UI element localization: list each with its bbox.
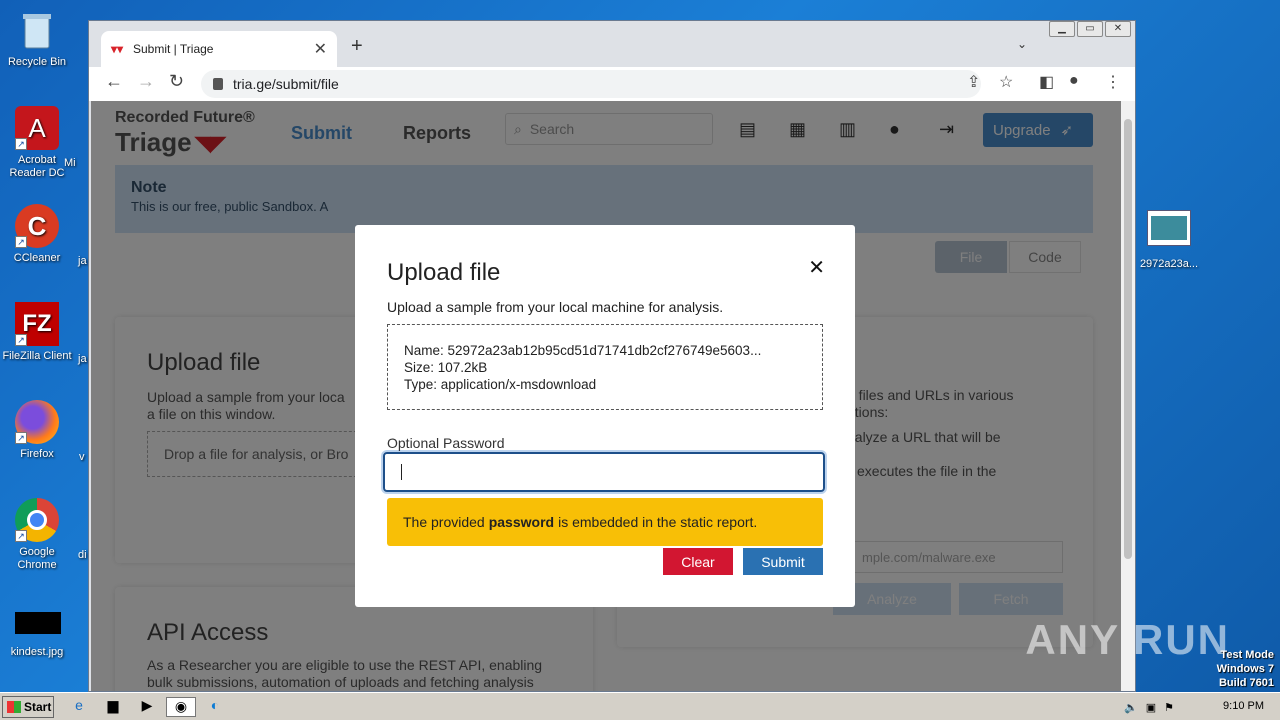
modal-subtitle: Upload a sample from your local machine …: [387, 299, 724, 315]
media-player-icon[interactable]: ▶: [136, 697, 158, 717]
modal-close-icon[interactable]: ✕: [808, 255, 825, 280]
clock[interactable]: 9:10 PM: [1223, 700, 1264, 712]
explorer-folder-icon[interactable]: ▆: [102, 697, 124, 717]
password-label: Optional Password: [387, 435, 505, 451]
lock-icon: [213, 78, 223, 90]
address-bar[interactable]: tria.ge/submit/file: [201, 70, 981, 98]
tab-close-icon[interactable]: ✕: [314, 39, 327, 59]
test-mode-notice: Test Mode Windows 7 Build 7601: [1216, 649, 1274, 689]
desktop-icon-recycle-bin[interactable]: Recycle Bin: [0, 8, 74, 69]
page-viewport: Recorded Future® Triage ◥◤ Submit Report…: [91, 101, 1121, 691]
start-button[interactable]: Start: [2, 696, 54, 718]
desktop-icon-ccleaner[interactable]: C ↗ CCleaner: [0, 204, 74, 265]
desktop-icon-sample-file[interactable]: 2972a23a...: [1134, 208, 1204, 271]
profile-icon[interactable]: ●: [1069, 72, 1079, 90]
action-center-flag-icon[interactable]: ⚑: [1164, 701, 1174, 714]
desktop-icon-chrome[interactable]: ↗ Google Chrome: [0, 498, 74, 572]
triage-favicon-icon: ▾▾: [111, 42, 124, 56]
exe-file-icon: [1147, 210, 1191, 254]
modal-title: Upload file: [387, 259, 501, 286]
acrobat-icon: A ↗: [15, 106, 59, 150]
firefox-icon: ↗: [15, 400, 59, 444]
windows-flag-icon: [7, 701, 21, 713]
bookmark-star-icon[interactable]: ☆: [999, 72, 1013, 92]
share-icon[interactable]: ⇪: [967, 72, 980, 92]
browser-toolbar: ← → ↻ tria.ge/submit/file ⇪ ☆ ◧ ● ⋮: [89, 67, 1135, 101]
desktop-partial-label: Mi: [64, 157, 76, 169]
volume-icon[interactable]: 🔈: [1124, 701, 1138, 714]
file-name: Name: 52972a23ab12b95cd51d71741db2cf2767…: [404, 343, 762, 358]
file-type: Type: application/x-msdownload: [404, 377, 597, 392]
filezilla-icon: FZ ↗: [15, 302, 59, 346]
ie-icon[interactable]: e: [68, 697, 90, 717]
back-button[interactable]: ←: [105, 71, 123, 92]
recycle-bin-icon: [15, 8, 59, 52]
new-tab-button[interactable]: +: [351, 35, 363, 58]
page-scrollbar[interactable]: [1121, 101, 1135, 691]
password-input[interactable]: [383, 452, 825, 492]
password-warning: The provided password is embedded in the…: [387, 498, 823, 546]
desktop-icon-acrobat[interactable]: A ↗ Acrobat Reader DC: [0, 106, 74, 180]
tab-strip: ▾▾ Submit | Triage ✕ + ⌄: [89, 21, 1135, 67]
desktop-icon-filezilla[interactable]: FZ ↗ FileZilla Client: [0, 302, 74, 363]
desktop-icon-kindest[interactable]: kindest.jpg: [0, 608, 74, 659]
file-size: Size: 107.2kB: [404, 360, 488, 375]
tab-title: Submit | Triage: [133, 42, 214, 56]
tab-submit-triage[interactable]: ▾▾ Submit | Triage ✕: [101, 31, 337, 67]
submit-button[interactable]: Submit: [743, 548, 823, 575]
chrome-icon: ↗: [15, 498, 59, 542]
upload-file-modal: Upload file ✕ Upload a sample from your …: [355, 225, 855, 607]
taskbar: Start e ▆ ▶ ◉ ◐ 🔈 ▣ ⚑ 9:10 PM: [0, 692, 1280, 720]
chrome-taskbar-icon[interactable]: ◉: [166, 697, 196, 717]
side-panel-icon[interactable]: ◧: [1039, 72, 1054, 92]
ccleaner-icon: C ↗: [15, 204, 59, 248]
network-icon[interactable]: ▣: [1146, 701, 1156, 714]
url-text: tria.ge/submit/file: [233, 76, 339, 92]
modal-buttons: Clear Submit: [663, 548, 823, 575]
tab-search-chevron-icon[interactable]: ⌄: [1017, 37, 1027, 51]
reload-button[interactable]: ↻: [169, 71, 184, 92]
desktop-icon-firefox[interactable]: ↗ Firefox: [0, 400, 74, 461]
browser-window: ▁ ▭ ✕ ▾▾ Submit | Triage ✕ + ⌄ ← → ↻ tri…: [88, 20, 1136, 692]
clear-button[interactable]: Clear: [663, 548, 733, 575]
image-file-icon: [15, 612, 61, 642]
text-caret: [401, 464, 402, 480]
forward-button[interactable]: →: [137, 71, 155, 92]
scrollbar-thumb[interactable]: [1124, 119, 1132, 559]
selected-file-info: Name: 52972a23ab12b95cd51d71741db2cf2767…: [387, 324, 823, 410]
edge-icon[interactable]: ◐: [204, 697, 226, 717]
anyrun-watermark: ANY RUN: [1025, 616, 1230, 663]
menu-kebab-icon[interactable]: ⋮: [1105, 72, 1121, 92]
